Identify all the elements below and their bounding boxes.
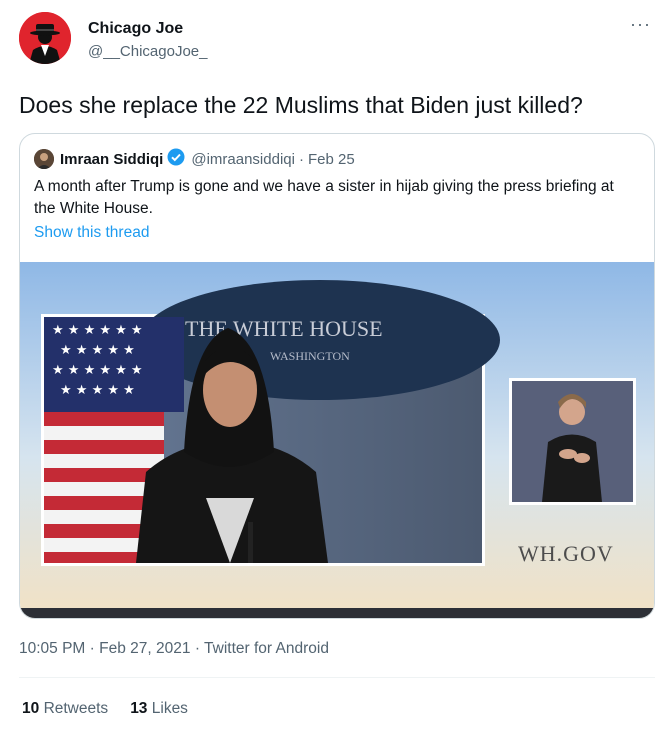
quoted-handle[interactable]: @imraansiddiqi	[191, 151, 295, 168]
separator: ·	[298, 150, 304, 168]
quoted-display-name[interactable]: Imraan Siddiqi	[60, 151, 163, 168]
svg-text:★ ★ ★ ★ ★: ★ ★ ★ ★ ★	[60, 383, 135, 398]
svg-text:★ ★ ★ ★ ★ ★: ★ ★ ★ ★ ★ ★	[52, 363, 143, 378]
avatar[interactable]	[19, 12, 71, 64]
tweet-meta: 10:05 PM · Feb 27, 2021 · Twitter for An…	[19, 640, 329, 658]
more-icon[interactable]: ···	[630, 14, 651, 35]
separator: ·	[194, 640, 200, 657]
divider	[19, 677, 655, 678]
tweet-client[interactable]: Twitter for Android	[204, 640, 329, 657]
show-thread-link[interactable]: Show this thread	[34, 224, 149, 242]
tweet-date[interactable]: Feb 27, 2021	[99, 640, 190, 657]
sign-subtext: WASHINGTON	[270, 349, 350, 363]
quoted-tweet-text: A month after Trump is gone and we have …	[34, 178, 614, 217]
tweet-header: Chicago Joe @__ChicagoJoe_ ···	[0, 0, 665, 80]
svg-text:★ ★ ★ ★ ★ ★: ★ ★ ★ ★ ★ ★	[52, 323, 143, 338]
quoted-date[interactable]: Feb 25	[308, 151, 355, 168]
likes-label: Likes	[151, 700, 188, 717]
svg-text:★ ★ ★ ★ ★: ★ ★ ★ ★ ★	[60, 343, 135, 358]
retweets-stat[interactable]: 10 Retweets	[22, 700, 108, 718]
tweet-text: Does she replace the 22 Muslims that Bid…	[19, 92, 583, 118]
author-handle[interactable]: @__ChicagoJoe_	[88, 43, 207, 60]
quoted-tweet[interactable]: Imraan Siddiqi @imraansiddiqi · Feb 25 A…	[19, 133, 655, 619]
tweet-time[interactable]: 10:05 PM	[19, 640, 85, 657]
likes-stat[interactable]: 13 Likes	[130, 700, 188, 718]
quoted-tweet-header: Imraan Siddiqi @imraansiddiqi · Feb 25	[34, 148, 355, 170]
media-watermark: WH.GOV	[518, 541, 614, 566]
separator: ·	[89, 640, 95, 657]
retweets-count: 10	[22, 700, 40, 717]
verified-badge-icon	[167, 148, 185, 170]
author-display-name[interactable]: Chicago Joe	[88, 20, 183, 38]
likes-count: 13	[130, 700, 148, 717]
retweets-label: Retweets	[43, 700, 109, 717]
quoted-avatar[interactable]	[34, 149, 54, 169]
quoted-media-video[interactable]: THE WHITE HOUSE WASHINGTON ★ ★ ★ ★ ★ ★ ★…	[20, 262, 654, 618]
gangster-avatar-icon	[19, 12, 71, 64]
tweet-stats: 10 Retweets 13 Likes	[22, 700, 188, 718]
